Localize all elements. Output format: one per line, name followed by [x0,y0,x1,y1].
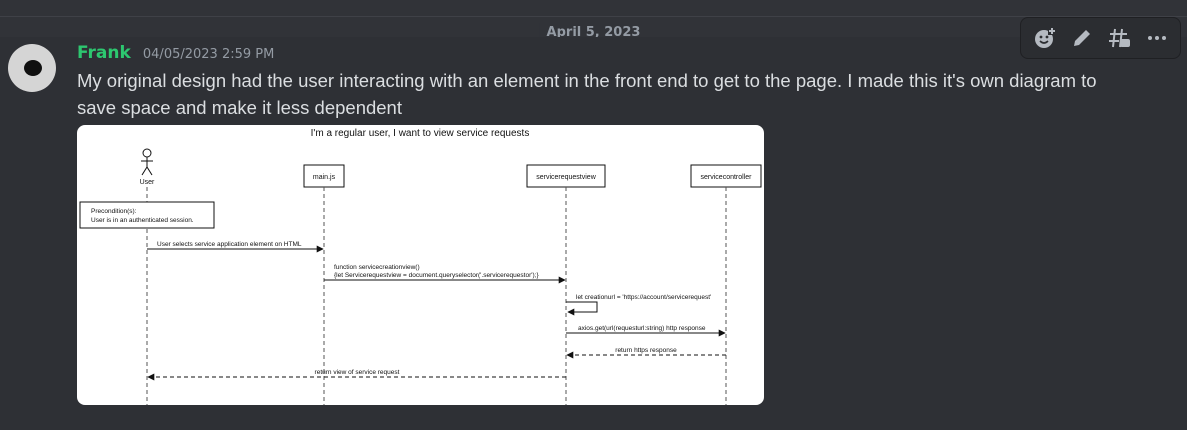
svg-text:main.js: main.js [313,174,336,181]
message-toolbar [1020,17,1181,59]
message-label-3: let creationurl = 'https://account/servi… [576,294,711,301]
diagram-title: I'm a regular user, I want to view servi… [311,128,530,139]
username[interactable]: Frank [77,43,131,63]
actor-label: User [140,179,155,186]
message-label-1: User selects service application element… [157,241,302,248]
add-reaction-button[interactable] [1028,22,1060,54]
participant-servicecontroller: servicecontroller [690,164,762,188]
edit-icon [1073,30,1090,46]
self-call-arrow [566,301,598,316]
message-label-2b: {let Servicerequestview = document.query… [334,272,539,279]
svg-text:servicecontroller: servicecontroller [701,174,753,181]
message-label-6: return view of service request [315,369,400,376]
message-label-4: axios.get(url(requesturl:string) http re… [578,325,706,332]
precondition-note: Precondition(s): User is in an authentic… [79,201,215,229]
svg-text:User is in an authenticated se: User is in an authenticated session. [91,217,194,224]
image-attachment[interactable]: I'm a regular user, I want to view servi… [77,125,764,405]
edit-button[interactable] [1066,22,1098,54]
timestamp[interactable]: 04/05/2023 2:59 PM [143,47,274,62]
avatar[interactable] [8,44,56,92]
sequence-diagram: I'm a regular user, I want to view servi… [79,128,762,405]
participant-main-js: main.js [303,164,345,188]
participant-servicerequestview: servicerequestview [526,164,606,188]
message-content: My original design had the user interact… [77,70,1097,118]
actor-user [141,148,153,176]
add-reaction-icon [1034,27,1056,48]
date-divider: April 5, 2023 [0,16,1187,43]
avatar-image [24,60,42,76]
message-label-5: return https response [615,347,677,354]
create-thread-icon [1109,28,1131,48]
more-icon [1148,36,1167,40]
message-header: Frank 04/05/2023 2:59 PM [77,42,274,66]
svg-text:servicerequestview: servicerequestview [536,174,596,181]
create-thread-button[interactable] [1103,22,1135,54]
more-button[interactable] [1141,22,1173,54]
message-label-2a: function servicecreationview() [334,264,420,271]
svg-text:Precondition(s):: Precondition(s): [91,208,137,215]
